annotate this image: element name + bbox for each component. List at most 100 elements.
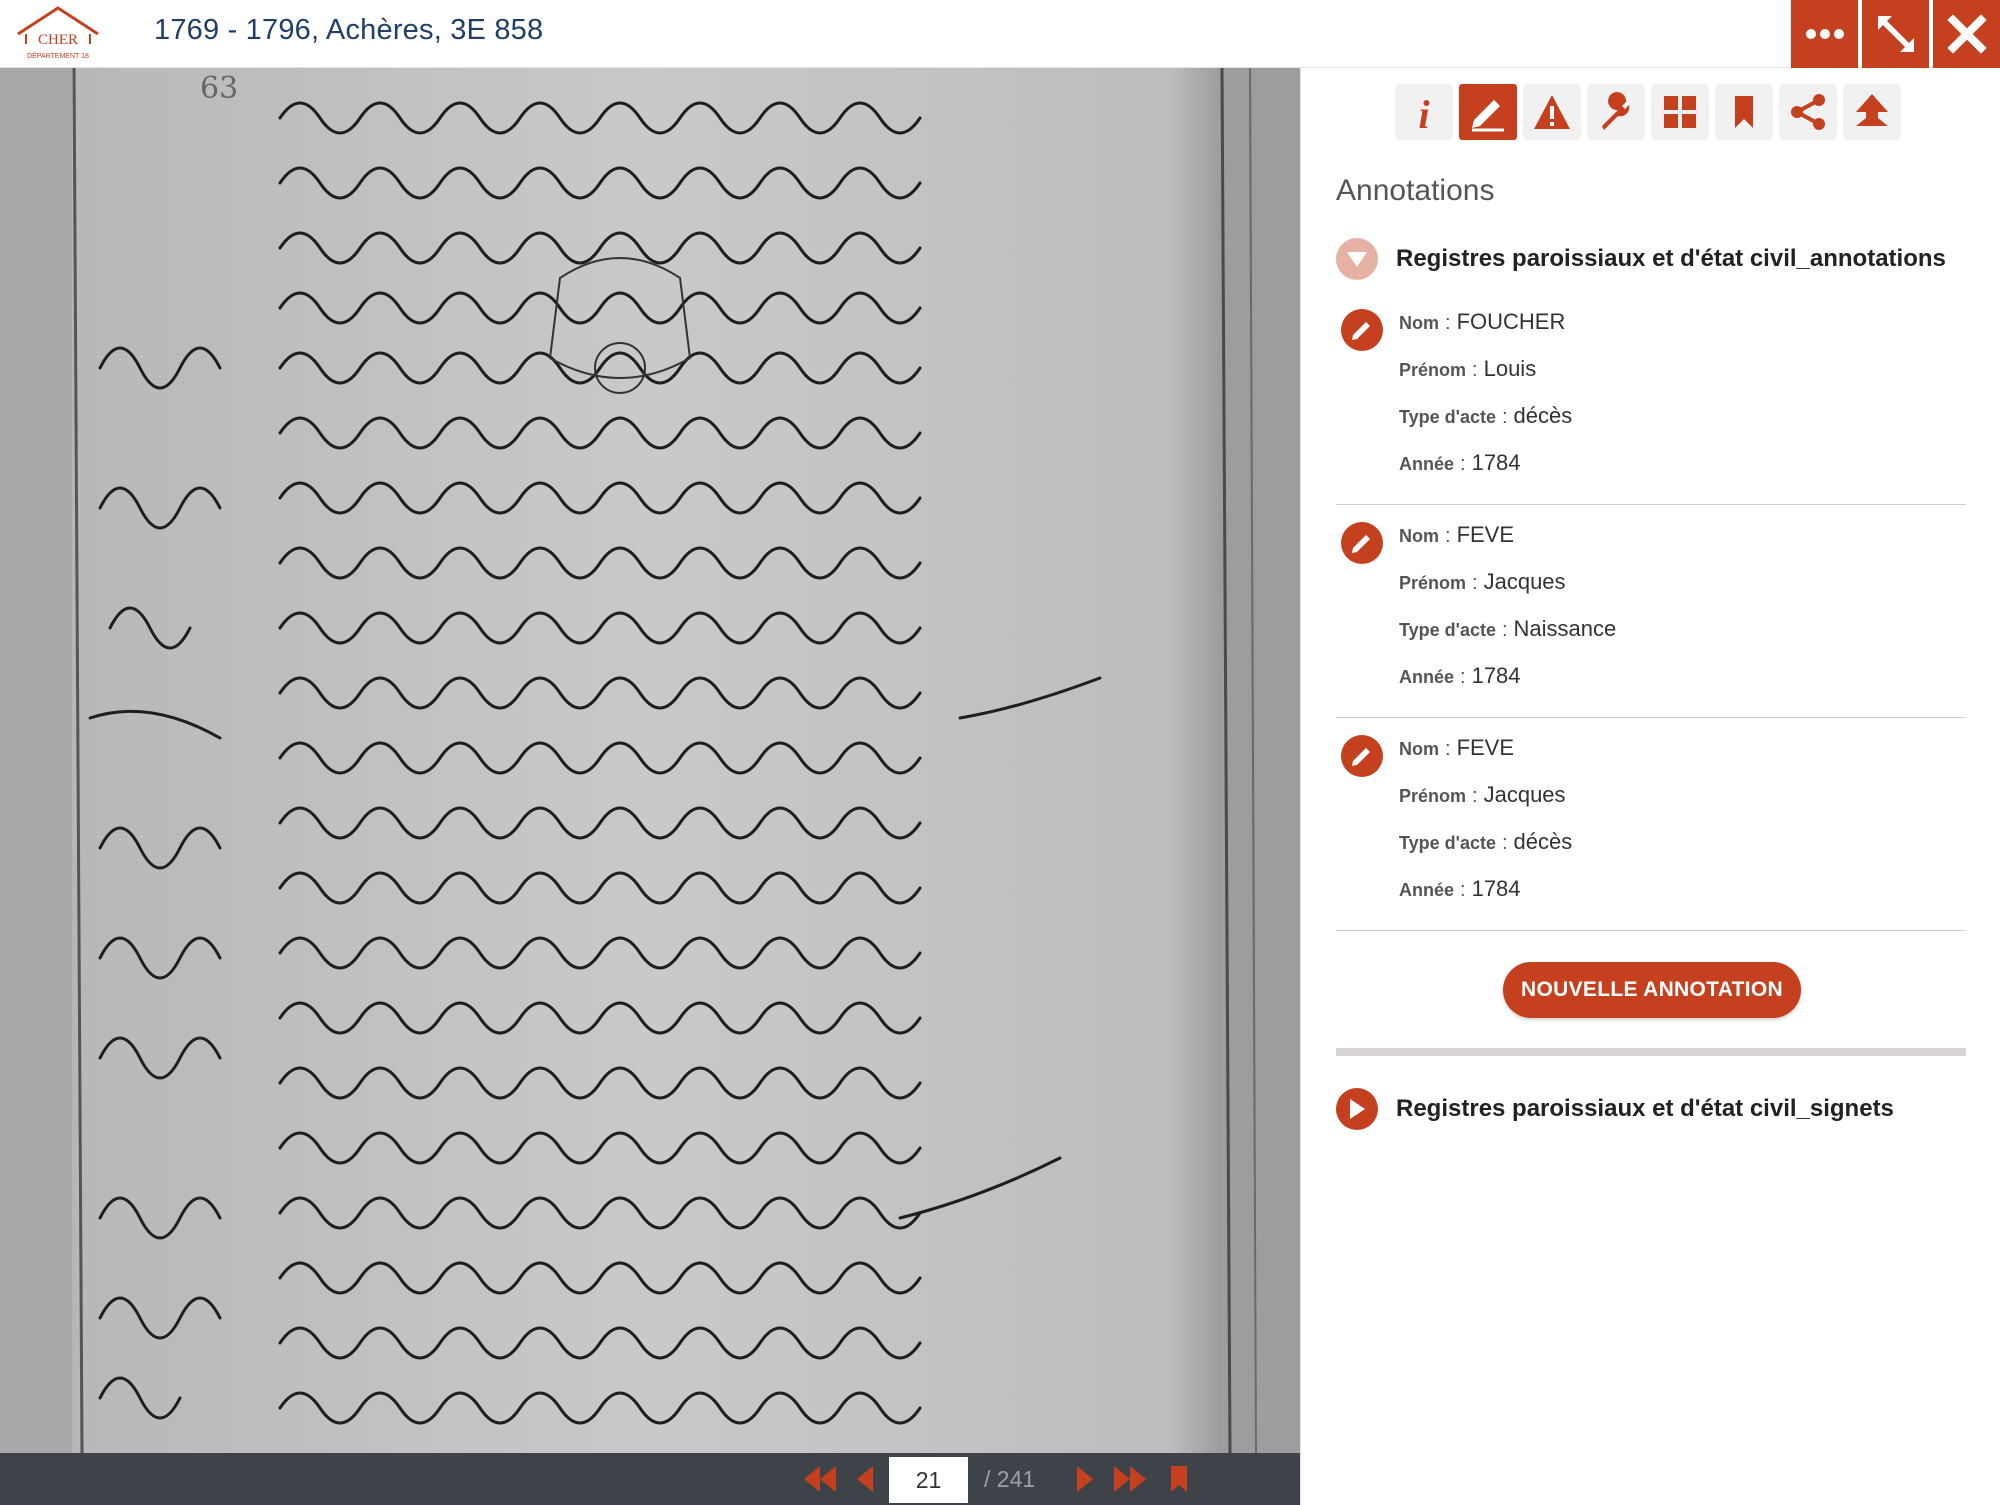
tool-info[interactable]: i [1395,84,1453,140]
field-separator: : [1472,785,1478,807]
field-label: Nom [1399,313,1439,333]
panel-title: Annotations [1336,174,1495,207]
annotation-prenom-row: Prénom: Jacques [1399,569,1566,595]
bookmark-icon [1735,96,1753,128]
field-value: 1784 [1471,450,1521,475]
annotation-entry[interactable]: Nom: FOUCHER Prénom: Louis Type d'acte: déc… [1336,294,1966,505]
close-icon [1946,14,1987,54]
field-separator: : [1445,525,1451,547]
share-icon [1791,94,1825,130]
field-label: Nom [1399,739,1439,759]
field-label: Nom [1399,526,1439,546]
field-separator: : [1460,453,1466,475]
tool-settings[interactable] [1587,84,1645,140]
tool-warning[interactable] [1523,84,1581,140]
page-number-input[interactable] [889,1457,968,1503]
annotation-nom-row: Nom: FEVE [1399,522,1514,548]
field-label: Type d'acte [1399,407,1496,427]
field-label: Année [1399,667,1455,687]
annotations-section-toggle[interactable]: Registres paroissiaux et d'état civil_an… [1336,238,1946,280]
field-value: FEVE [1456,735,1515,760]
side-panel: i Annotations Registres paroissiaux et d… [1300,68,2000,1505]
total-pages: / 241 [984,1466,1036,1492]
next-page-icon [1077,1466,1093,1492]
edit-annotation-icon[interactable] [1341,522,1383,564]
cher-logo[interactable]: CHER DÉPARTEMENT 18 [12,4,104,62]
field-label: Année [1399,454,1455,474]
info-icon: i [1418,92,1429,132]
annotation-type-row: Type d'acte: décès [1399,829,1572,855]
field-label: Prénom [1399,360,1467,380]
logo-house-icon: CHER DÉPARTEMENT 18 [17,6,99,60]
previous-page-button[interactable] [852,1461,878,1497]
edit-annotation-icon[interactable] [1341,309,1383,351]
expand-icon [1877,16,1914,52]
annotation-prenom-row: Prénom: Louis [1399,356,1536,382]
annotation-nom-row: Nom: FEVE [1399,735,1514,761]
annotation-annee-row: Année:1784 [1399,663,1521,689]
manuscript-image: 63 [0,68,1300,1453]
tool-bookmarks[interactable] [1715,84,1773,140]
field-separator: : [1445,312,1451,334]
field-label: Type d'acte [1399,620,1496,640]
previous-page-icon [857,1466,873,1492]
annotations-section-label: Registres paroissiaux et d'état civil_an… [1396,245,1946,272]
field-value: décès [1513,829,1573,854]
field-value: décès [1513,403,1573,428]
new-annotation-button[interactable]: NOUVELLE ANNOTATION [1503,962,1801,1018]
last-page-icon [1114,1466,1146,1492]
tool-genealogy[interactable] [1843,84,1901,140]
field-value: 1784 [1471,876,1521,901]
field-value: FOUCHER [1456,309,1566,334]
annotation-annee-row: Année:1784 [1399,876,1521,902]
field-separator: : [1501,406,1508,428]
tool-annotations[interactable] [1459,84,1517,140]
warning-icon [1534,95,1570,129]
annotation-entry[interactable]: Nom: FEVE Prénom: Jacques Type d'acte: décè… [1336,720,1966,931]
collapse-arrow-icon [1336,238,1378,280]
genealogy-icon [1856,94,1888,126]
signets-section-label: Registres paroissiaux et d'état civil_si… [1396,1095,1894,1122]
close-button[interactable] [1933,0,2000,68]
expand-button[interactable] [1862,0,1929,68]
more-icon [1805,29,1844,39]
signets-section-toggle[interactable]: Registres paroissiaux et d'état civil_si… [1336,1088,1894,1130]
top-header: CHER DÉPARTEMENT 18 1769 - 1796, Achères… [0,0,2000,68]
field-separator: : [1445,738,1451,760]
grid-icon [1664,96,1696,128]
field-label: Type d'acte [1399,833,1496,853]
annotation-nom-row: Nom: FOUCHER [1399,309,1565,335]
tool-grid[interactable] [1651,84,1709,140]
field-value: Jacques [1483,782,1566,807]
tool-share[interactable] [1779,84,1837,140]
field-separator: : [1472,572,1478,594]
field-value: Louis [1483,356,1537,381]
last-page-button[interactable] [1110,1461,1150,1497]
edit-annotation-icon[interactable] [1341,735,1383,777]
first-page-button[interactable] [800,1461,840,1497]
bookmark-page-button[interactable] [1166,1461,1192,1497]
first-page-icon [804,1466,836,1492]
wrench-icon [1602,92,1630,130]
annotation-pencil-icon [1472,100,1504,132]
logo-text: CHER [38,32,78,48]
next-page-button[interactable] [1072,1461,1098,1497]
bookmark-icon [1171,1466,1187,1492]
logo-subtext: DÉPARTEMENT 18 [27,51,89,60]
annotation-type-row: Type d'acte: décès [1399,403,1572,429]
folio-number: 63 [200,71,238,106]
field-separator: : [1501,832,1508,854]
expand-arrow-icon [1336,1088,1378,1130]
annotation-entry[interactable]: Nom: FEVE Prénom: Jacques Type d'acte: Nais… [1336,507,1966,718]
more-button[interactable] [1791,0,1858,68]
annotation-annee-row: Année:1784 [1399,450,1521,476]
field-separator: : [1501,619,1508,641]
field-separator: : [1460,879,1466,901]
field-label: Prénom [1399,786,1467,806]
document-viewer[interactable]: 63 [0,68,1300,1453]
field-label: Année [1399,880,1455,900]
field-separator: : [1472,359,1478,381]
field-value: 1784 [1471,663,1521,688]
annotation-type-row: Type d'acte: Naissance [1399,616,1616,642]
field-separator: : [1460,666,1466,688]
